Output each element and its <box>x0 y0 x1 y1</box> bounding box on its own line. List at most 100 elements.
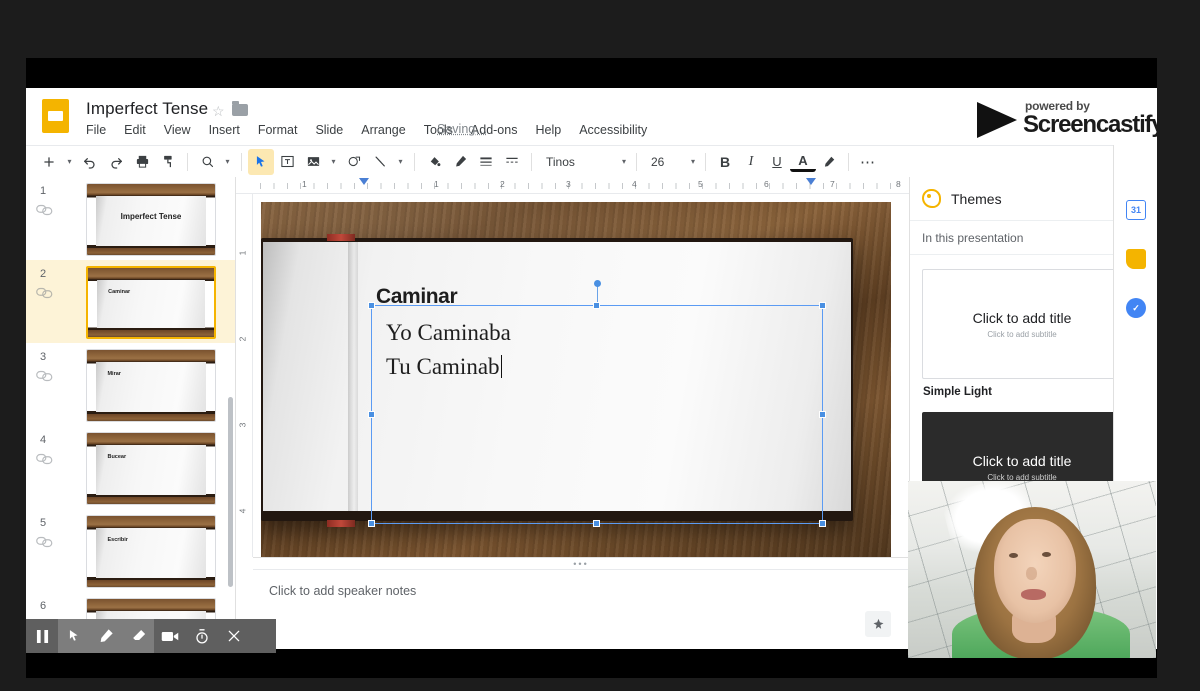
speaker-notes-pane[interactable]: Click to add speaker notes <box>253 569 909 649</box>
bold-button[interactable]: B <box>712 149 738 175</box>
menu-insert[interactable]: Insert <box>207 122 242 138</box>
menu-view[interactable]: View <box>162 122 193 138</box>
line-caret[interactable]: ▾ <box>393 149 408 175</box>
timer-button[interactable] <box>186 619 218 653</box>
text-color-button[interactable]: A <box>790 152 816 172</box>
shape-button[interactable] <box>341 149 367 175</box>
slide-thumbnail[interactable]: Mirar <box>86 349 216 422</box>
resize-handle-bottom-middle[interactable] <box>593 520 600 527</box>
resize-handle-middle-right[interactable] <box>819 410 826 418</box>
vertical-ruler[interactable]: 1 2 3 4 <box>236 194 253 557</box>
menu-file[interactable]: File <box>84 122 108 138</box>
google-keep-icon[interactable] <box>1126 249 1146 269</box>
webcam-toggle-button[interactable] <box>154 619 186 653</box>
menu-slide[interactable]: Slide <box>313 122 345 138</box>
pause-recording-button[interactable] <box>26 619 58 653</box>
filmstrip-slide-4[interactable]: 4 Bucear <box>26 426 235 509</box>
resize-handle-top-left[interactable] <box>368 302 375 309</box>
zoom-button[interactable] <box>194 149 220 175</box>
cursor-icon <box>69 630 78 641</box>
formatting-toolbar: ▾ ▾ ▾ ▾ Tinos ▾ 26 ▾ B I U A ⋯ <box>26 145 1157 177</box>
google-calendar-icon[interactable]: 31 <box>1126 200 1146 220</box>
thumb-book-background <box>87 516 215 587</box>
font-family-select[interactable]: Tinos ▾ <box>538 150 630 174</box>
cursor-tool-button[interactable] <box>58 619 90 653</box>
menu-format[interactable]: Format <box>256 122 300 138</box>
slide-thumbnail[interactable]: Bucear <box>86 432 216 505</box>
menu-edit[interactable]: Edit <box>122 122 148 138</box>
chevron-down-icon: ▾ <box>621 157 626 166</box>
slide-thumbnail[interactable]: Imperfect Tense <box>86 183 216 256</box>
slide-thumbnail[interactable]: Escribir <box>86 515 216 588</box>
zoom-caret[interactable]: ▾ <box>220 149 235 175</box>
underline-button[interactable]: U <box>764 149 790 175</box>
linked-slide-icon <box>36 203 54 217</box>
star-outline-icon[interactable]: ☆ <box>212 103 225 120</box>
border-dash-button[interactable] <box>499 149 525 175</box>
slide-filmstrip[interactable]: 1 Imperfect Tense 2 Caminar 3 Mirar 4 Bu… <box>26 177 236 649</box>
print-button[interactable] <box>129 149 155 175</box>
pen-tool-button[interactable] <box>90 619 122 653</box>
redo-button[interactable] <box>103 149 129 175</box>
screen-recording-frame: Imperfect Tense ☆ File Edit View Insert … <box>0 0 1200 691</box>
stop-recording-button[interactable] <box>218 619 250 653</box>
filmstrip-slide-1[interactable]: 1 Imperfect Tense <box>26 177 235 260</box>
pause-icon <box>36 629 48 643</box>
move-to-folder-icon[interactable] <box>232 101 248 116</box>
google-slides-icon[interactable] <box>42 99 69 133</box>
ruler-number: 3 <box>237 422 248 428</box>
explore-button[interactable] <box>865 611 891 637</box>
filmstrip-scrollbar[interactable] <box>228 397 233 587</box>
current-slide[interactable]: Caminar Yo Caminaba Tu Caminab <box>261 202 891 557</box>
save-status: Saving… <box>437 122 488 136</box>
first-line-indent-marker[interactable] <box>359 178 369 185</box>
horizontal-ruler[interactable]: 1 1 2 3 4 5 6 7 8 <box>236 177 909 194</box>
right-indent-marker[interactable] <box>806 178 816 185</box>
eraser-tool-button[interactable] <box>122 619 154 653</box>
thumb-book-background <box>87 350 215 421</box>
more-options-button[interactable]: ⋯ <box>855 149 881 175</box>
slide-canvas[interactable]: Caminar Yo Caminaba Tu Caminab <box>253 194 909 557</box>
resize-handle-bottom-left[interactable] <box>368 520 375 527</box>
person-eye-right <box>1042 552 1051 557</box>
filmstrip-slide-3[interactable]: 3 Mirar <box>26 343 235 426</box>
border-color-button[interactable] <box>447 149 473 175</box>
thumb-title: Caminar <box>108 288 131 295</box>
fill-color-button[interactable] <box>421 149 447 175</box>
selected-text-box[interactable]: Yo Caminaba Tu Caminab <box>368 280 826 527</box>
slide-thumbnail[interactable]: Caminar <box>86 266 216 339</box>
insert-image-caret[interactable]: ▾ <box>326 149 341 175</box>
notes-splitter[interactable]: ••• <box>253 557 909 569</box>
resize-handle-top-right[interactable] <box>819 302 826 309</box>
resize-handle-middle-left[interactable] <box>368 410 375 418</box>
google-tasks-icon[interactable]: ✓ <box>1126 298 1146 318</box>
ruler-ticks <box>260 177 901 194</box>
undo-button[interactable] <box>77 149 103 175</box>
font-size-value: 26 <box>651 154 665 169</box>
theme-preview[interactable]: Click to add title Click to add subtitle <box>922 269 1122 379</box>
line-button[interactable] <box>367 149 393 175</box>
menu-accessibility[interactable]: Accessibility <box>577 122 649 138</box>
paint-format-button[interactable] <box>155 149 181 175</box>
rotation-handle[interactable] <box>593 280 601 287</box>
body-line-2-text: Tu Caminab <box>386 354 500 379</box>
select-cursor-button[interactable] <box>248 148 274 175</box>
font-size-select[interactable]: 26 ▾ <box>643 150 699 174</box>
toolbar-divider <box>187 152 188 171</box>
menu-help[interactable]: Help <box>533 122 563 138</box>
highlight-button[interactable] <box>816 149 842 175</box>
filmstrip-slide-5[interactable]: 5 Escribir <box>26 509 235 592</box>
person-eye-left <box>1009 553 1018 558</box>
filmstrip-slide-2[interactable]: 2 Caminar <box>26 260 235 343</box>
resize-handle-bottom-right[interactable] <box>819 520 826 527</box>
document-title[interactable]: Imperfect Tense <box>86 99 208 119</box>
resize-handle-top-middle[interactable] <box>593 302 600 309</box>
border-weight-button[interactable] <box>473 149 499 175</box>
new-slide-button[interactable] <box>36 149 62 175</box>
italic-button[interactable]: I <box>738 149 764 175</box>
insert-image-button[interactable] <box>300 149 326 175</box>
text-box-button[interactable] <box>274 149 300 175</box>
new-slide-caret[interactable]: ▾ <box>62 149 77 175</box>
menu-arrange[interactable]: Arrange <box>359 122 407 138</box>
webcam-overlay[interactable] <box>908 481 1156 658</box>
